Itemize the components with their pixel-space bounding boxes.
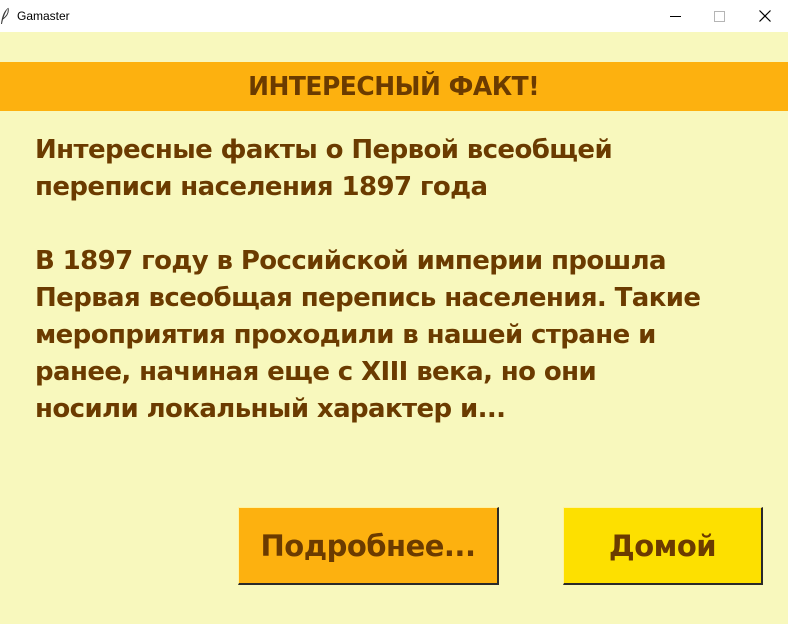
- title-bar: Gamaster: [0, 0, 788, 32]
- app-window: Gamaster ИНТЕРЕСНЫЙ ФАКТ! Интересные фак…: [0, 0, 788, 624]
- header-banner: ИНТЕРЕСНЫЙ ФАКТ!: [0, 62, 788, 111]
- fact-text-line: носили локальный характер и...: [35, 394, 506, 424]
- maximize-button[interactable]: [696, 0, 742, 32]
- fact-title-line: переписи населения 1897 года: [35, 172, 488, 202]
- minimize-icon: [669, 15, 681, 17]
- fact-body: Интересные факты о Первой всеобщей переп…: [35, 132, 755, 428]
- header-title: ИНТЕРЕСНЫЙ ФАКТ!: [248, 71, 540, 102]
- window-title: Gamaster: [17, 9, 70, 23]
- maximize-icon: [713, 10, 725, 22]
- fact-text: В 1897 году в Российской империи прошла …: [35, 243, 755, 428]
- fact-text-line: ранее, начиная еще с XIII века, но они: [35, 357, 597, 387]
- feather-icon: [1, 7, 9, 24]
- home-button[interactable]: Домой: [563, 507, 763, 585]
- close-icon: [759, 10, 771, 22]
- fact-title: Интересные факты о Первой всеобщей переп…: [35, 132, 755, 206]
- fact-text-line: Первая всеобщая перепись населения. Таки…: [35, 283, 701, 313]
- fact-text-line: мероприятия проходили в нашей стране и: [35, 320, 656, 350]
- fact-title-line: Интересные факты о Первой всеобщей: [35, 135, 613, 165]
- more-button[interactable]: Подробнее...: [238, 507, 499, 585]
- fact-text-line: В 1897 году в Российской империи прошла: [35, 246, 667, 276]
- fact-screen: ИНТЕРЕСНЫЙ ФАКТ! Интересные факты о Перв…: [0, 32, 788, 624]
- minimize-button[interactable]: [652, 0, 698, 32]
- close-button[interactable]: [742, 0, 788, 32]
